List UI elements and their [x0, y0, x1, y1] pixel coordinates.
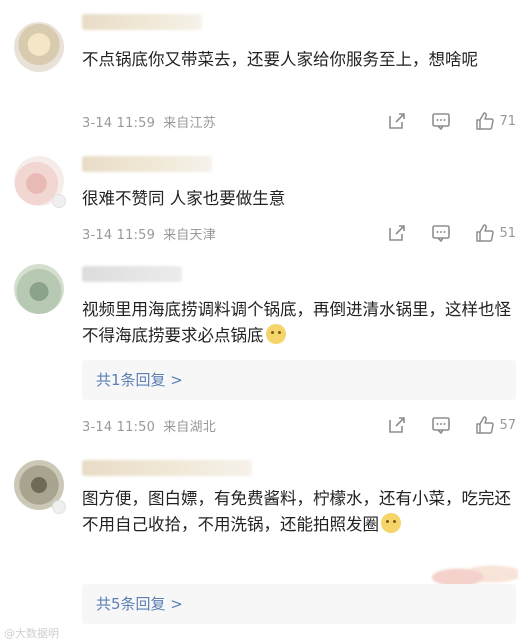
comment-icon[interactable] [431, 223, 451, 243]
comment-location: 来自天津 [163, 228, 216, 243]
replies-link[interactable]: 共5条回复 > [82, 584, 516, 624]
username-blurred [82, 14, 202, 30]
comment-text-content: 图方便，图白嫖，有免费酱料，柠檬水，还有小菜，吃完还不用自己收拾，不用洗锅，还能… [82, 489, 511, 534]
thumbs-up-icon[interactable] [475, 111, 495, 131]
comment-location: 来自湖北 [163, 420, 216, 435]
share-icon[interactable] [387, 111, 407, 131]
comment-icon[interactable] [431, 415, 451, 435]
share-icon[interactable] [387, 223, 407, 243]
like-count: 71 [499, 113, 516, 129]
comment-text-content: 视频里用海底捞调料调个锅底，再倒进清水锅里，这样也怪不得海底捞要求必点锅底 [82, 300, 511, 345]
comment-actions: 51 [387, 222, 516, 244]
replies-link[interactable]: 共1条回复 > [82, 360, 516, 400]
comment-date: 3-14 11:50 [82, 420, 156, 435]
comment-text: 不点锅底你又带菜去，还要人家给你服务至上，想啥呢 [82, 50, 478, 69]
comment-actions: 71 [387, 110, 516, 132]
doge-emoji-icon [265, 324, 286, 344]
verified-badge-icon [52, 500, 66, 514]
comment-actions: 57 [387, 414, 516, 436]
comment-meta: 3-14 11:50 来自湖北 [82, 416, 216, 435]
comment-1: 不点锅底你又带菜去，还要人家给你服务至上，想啥呢 3-14 11:59 来自江苏 … [0, 0, 528, 148]
comment-text: 视频里用海底捞调料调个锅底，再倒进清水锅里，这样也怪不得海底捞要求必点锅底 [82, 297, 512, 349]
comment-location: 来自江苏 [163, 116, 216, 131]
comment-text: 很难不赞同 人家也要做生意 [82, 189, 286, 208]
thumbs-up-icon[interactable] [475, 223, 495, 243]
avatar[interactable] [14, 264, 64, 314]
username-blurred [82, 156, 212, 172]
comment-4: 图方便，图白嫖，有免费酱料，柠檬水，还有小菜，吃完还不用自己收拾，不用洗锅，还能… [0, 450, 528, 643]
comment-2: 很难不赞同 人家也要做生意 3-14 11:59 来自天津 51 [0, 148, 528, 260]
avatar[interactable] [14, 22, 64, 72]
smile-emoji-icon [381, 513, 401, 533]
comment-text: 图方便，图白嫖，有免费酱料，柠檬水，还有小菜，吃完还不用自己收拾，不用洗锅，还能… [82, 486, 512, 538]
like-count: 51 [499, 225, 516, 241]
comment-date: 3-14 11:59 [82, 116, 156, 131]
verified-badge-icon [52, 194, 66, 208]
comment-meta: 3-14 11:59 来自天津 [82, 224, 216, 243]
username-blurred [82, 460, 252, 476]
thumbs-up-icon[interactable] [475, 415, 495, 435]
comment-icon[interactable] [431, 111, 451, 131]
share-icon[interactable] [387, 415, 407, 435]
like-count: 57 [499, 417, 516, 433]
username-blurred [82, 266, 182, 282]
comment-meta: 3-14 11:59 来自江苏 [82, 112, 216, 131]
comment-date: 3-14 11:59 [82, 228, 156, 243]
watermark: @大数据明 [4, 627, 59, 640]
comment-3: 视频里用海底捞调料调个锅底，再倒进清水锅里，这样也怪不得海底捞要求必点锅底 共1… [0, 260, 528, 450]
